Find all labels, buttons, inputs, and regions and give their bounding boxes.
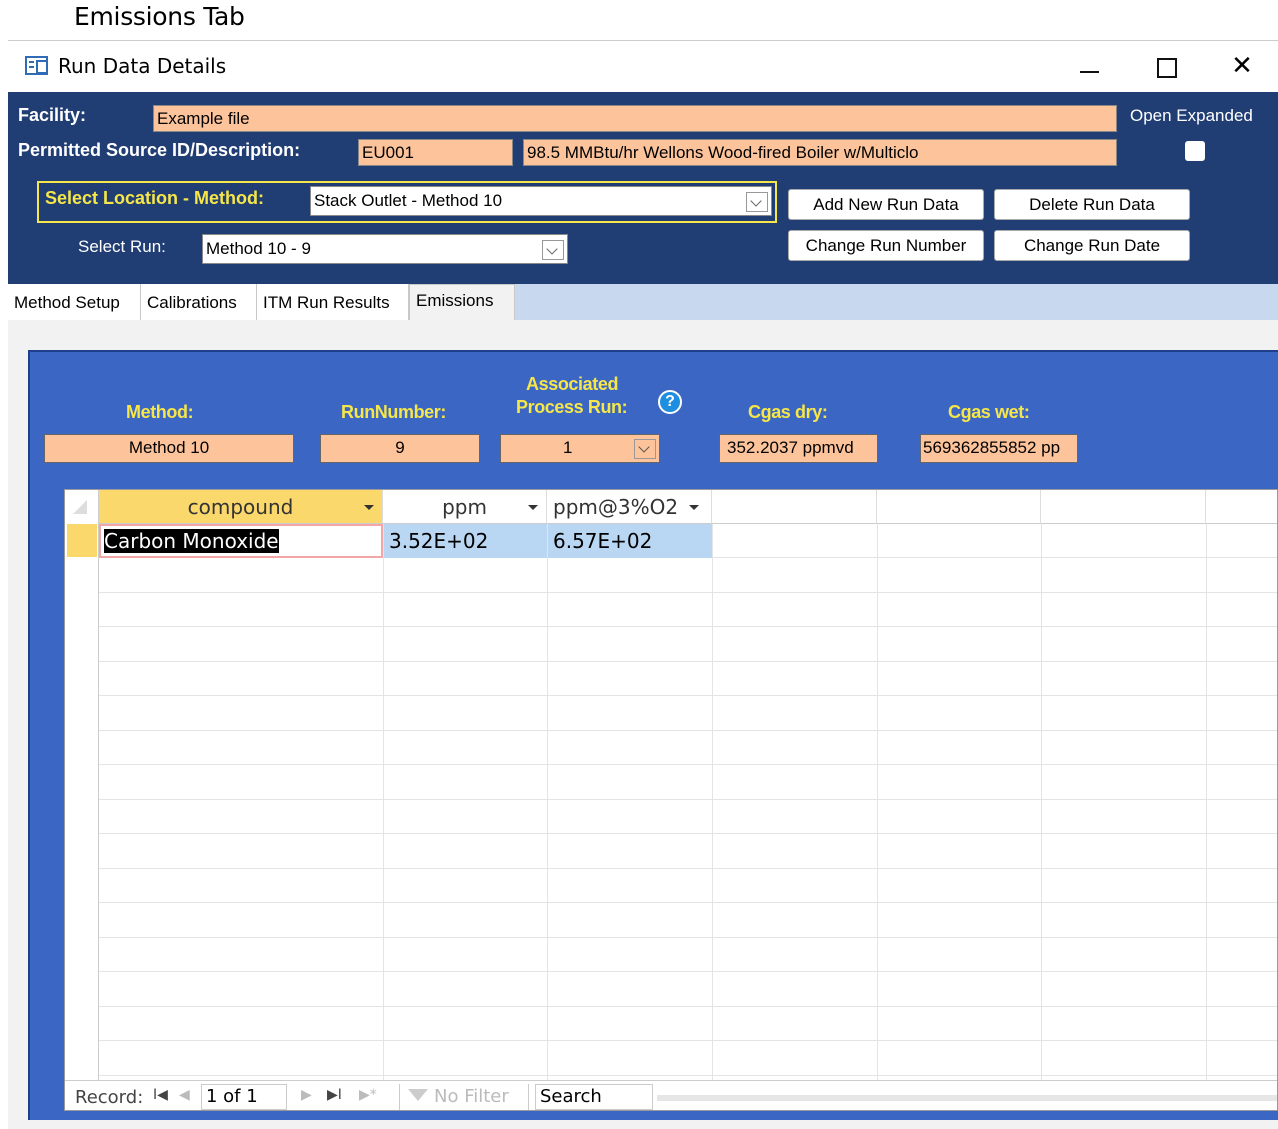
record-label: Record: bbox=[75, 1087, 144, 1108]
record-navigation-bar: Record: I◀ ◀ 1 of 1 ▶ ▶I ▶* No Filter Se… bbox=[65, 1080, 1277, 1110]
process-run-value: 1 bbox=[563, 438, 573, 457]
no-filter-button[interactable]: No Filter bbox=[399, 1084, 529, 1110]
table-row bbox=[99, 938, 1277, 972]
tab-calibrations[interactable]: Calibrations bbox=[141, 284, 257, 320]
source-id-field[interactable]: EU001 bbox=[358, 139, 513, 166]
source-label: Permitted Source ID/Description: bbox=[18, 140, 301, 160]
table-row bbox=[99, 593, 1277, 627]
column-header-compound[interactable]: compound bbox=[99, 490, 383, 524]
cell-compound[interactable]: Carbon Monoxide bbox=[99, 524, 383, 558]
emissions-datasheet: compound ppm ppm@3%O2 Carbon Monoxide 3.… bbox=[64, 489, 1278, 1111]
table-row bbox=[99, 628, 1277, 662]
cgas-dry-label: Cgas dry: bbox=[748, 402, 828, 422]
help-icon[interactable]: ? bbox=[658, 390, 682, 414]
close-button[interactable]: ✕ bbox=[1222, 49, 1262, 83]
add-new-run-data-button[interactable]: Add New Run Data bbox=[788, 189, 984, 220]
window-title: Run Data Details bbox=[58, 54, 227, 78]
tab-method-setup[interactable]: Method Setup bbox=[8, 284, 141, 320]
method-label: Method: bbox=[126, 402, 194, 422]
process-run-combobox[interactable]: 1 bbox=[500, 434, 660, 463]
table-row bbox=[99, 835, 1277, 869]
sort-arrow-icon[interactable] bbox=[528, 505, 538, 510]
run-combobox[interactable]: Method 10 - 9 bbox=[202, 234, 568, 264]
cgas-wet-label: Cgas wet: bbox=[948, 402, 1030, 422]
table-row bbox=[99, 1007, 1277, 1041]
sort-arrow-icon[interactable] bbox=[364, 505, 374, 510]
table-row bbox=[99, 766, 1277, 800]
column-header-ppm[interactable]: ppm bbox=[383, 490, 547, 524]
cell-ppm[interactable]: 3.52E+02 bbox=[384, 524, 547, 558]
table-row bbox=[99, 662, 1277, 696]
facility-field[interactable]: Example file bbox=[153, 105, 1117, 132]
window-titlebar: Run Data Details ✕ bbox=[8, 40, 1278, 92]
tab-itm-run-results[interactable]: ITM Run Results bbox=[257, 284, 409, 320]
process-run-label-line1: Associated bbox=[526, 374, 619, 394]
process-run-label-line2: Process Run: bbox=[516, 397, 628, 417]
table-row bbox=[99, 973, 1277, 1007]
column-header-ppm-3-o2[interactable]: ppm@3%O2 bbox=[547, 490, 712, 524]
select-all-corner[interactable] bbox=[73, 500, 87, 514]
next-record-icon[interactable]: ▶ bbox=[301, 1087, 312, 1103]
change-run-date-button[interactable]: Change Run Date bbox=[994, 230, 1190, 261]
source-description-field[interactable]: 98.5 MMBtu/hr Wellons Wood-fired Boiler … bbox=[523, 139, 1117, 166]
location-value: Stack Outlet - Method 10 bbox=[314, 191, 503, 210]
record-selector-column bbox=[65, 490, 99, 1080]
location-label: Select Location - Method: bbox=[45, 188, 265, 208]
close-icon: ✕ bbox=[1231, 51, 1253, 81]
method-field[interactable]: Method 10 bbox=[44, 434, 294, 463]
table-row bbox=[99, 1042, 1277, 1076]
table-row bbox=[99, 559, 1277, 593]
table-row bbox=[99, 904, 1277, 938]
chevron-down-icon[interactable] bbox=[746, 192, 768, 212]
cell-ppm-3-o2[interactable]: 6.57E+02 bbox=[548, 524, 712, 558]
table-row bbox=[99, 869, 1277, 903]
cgas-wet-field[interactable]: 569362855852 pp bbox=[920, 434, 1078, 463]
delete-run-data-button[interactable]: Delete Run Data bbox=[994, 189, 1190, 220]
sort-arrow-icon[interactable] bbox=[689, 505, 699, 510]
form-icon bbox=[25, 56, 48, 75]
tab-strip: Method Setup Calibrations ITM Run Result… bbox=[8, 284, 1278, 320]
maximize-button[interactable] bbox=[1146, 49, 1186, 83]
horizontal-scrollbar[interactable] bbox=[657, 1095, 1277, 1101]
open-expanded-label: Open Expanded bbox=[1130, 106, 1253, 125]
run-value: Method 10 - 9 bbox=[206, 239, 311, 258]
facility-label: Facility: bbox=[18, 105, 87, 125]
open-expanded-checkbox[interactable] bbox=[1185, 141, 1205, 161]
chevron-down-icon[interactable] bbox=[634, 439, 656, 459]
record-position-input[interactable]: 1 of 1 bbox=[201, 1084, 287, 1110]
page-caption: Emissions Tab bbox=[74, 2, 245, 31]
filter-icon bbox=[408, 1089, 428, 1105]
previous-record-icon[interactable]: ◀ bbox=[179, 1087, 190, 1103]
change-run-number-button[interactable]: Change Run Number bbox=[788, 230, 984, 261]
column-header-empty bbox=[712, 490, 877, 524]
table-row bbox=[99, 731, 1277, 765]
runnumber-field[interactable]: 9 bbox=[320, 434, 480, 463]
column-header-empty bbox=[1206, 490, 1277, 524]
runnumber-label: RunNumber: bbox=[341, 402, 446, 422]
chevron-down-icon[interactable] bbox=[542, 240, 564, 260]
header-panel: Facility: Example file Permitted Source … bbox=[8, 92, 1278, 284]
minimize-button[interactable] bbox=[1070, 49, 1110, 83]
current-record-selector[interactable] bbox=[67, 524, 97, 557]
new-record-icon[interactable]: ▶* bbox=[359, 1087, 377, 1103]
run-label: Select Run: bbox=[78, 237, 166, 256]
column-header-empty bbox=[877, 490, 1041, 524]
location-combobox[interactable]: Stack Outlet - Method 10 bbox=[310, 186, 772, 216]
tab-emissions[interactable]: Emissions bbox=[409, 284, 515, 320]
search-input[interactable]: Search bbox=[535, 1084, 653, 1110]
first-record-icon[interactable]: I◀ bbox=[153, 1087, 168, 1103]
column-header-empty bbox=[1041, 490, 1206, 524]
last-record-icon[interactable]: ▶I bbox=[327, 1087, 342, 1103]
cgas-dry-field[interactable]: 352.2037 ppmvd bbox=[719, 434, 878, 463]
table-row bbox=[99, 800, 1277, 834]
table-row bbox=[99, 697, 1277, 731]
